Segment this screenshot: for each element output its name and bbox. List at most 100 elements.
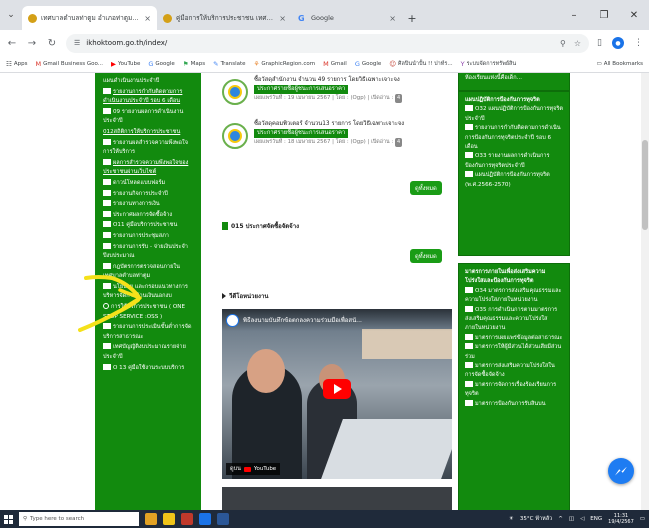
left-menu-item[interactable]: รายงานการประชุมสภา: [103, 231, 195, 242]
volume-icon[interactable]: ◁: [580, 516, 584, 522]
bookmark-artist[interactable]: ☺ ศิลปินนำปั้น !! ปาท์ร...: [389, 60, 452, 68]
right-menu-item[interactable]: O33 รายงานผลการดำเนินการป้องกันการทุจริต…: [465, 152, 563, 171]
left-menu-item[interactable]: รายงานผลสำรวจความพึงพอใจการให้บริการ: [103, 138, 195, 158]
network-icon[interactable]: ◫: [569, 516, 574, 522]
bookmark-translate[interactable]: ✎ Translate: [213, 60, 245, 68]
right-menu-item[interactable]: มาตรการให้ผู้มีส่วนได้ส่วนเสียมีส่วนร่วม: [465, 343, 563, 362]
page-scrollbar-thumb[interactable]: [642, 140, 648, 230]
left-menu-label: นโยบาย และกรอบแนวทางการบริหารจัดการด้านเ…: [103, 283, 188, 300]
new-tab-button[interactable]: +: [402, 6, 422, 30]
left-menu-item[interactable]: กฎบัตรการตรวจสอบภายในเทศบาลตำบลท่าตูม: [103, 262, 195, 282]
left-menu-item[interactable]: ดาวน์โหลดแบบฟอร์ม: [103, 178, 195, 189]
close-window-button[interactable]: ✕: [619, 10, 649, 21]
bookmark-gmail-business[interactable]: M Gmail Business Goo...: [35, 60, 103, 68]
zoom-icon[interactable]: ⚲: [560, 39, 566, 48]
left-menu-item[interactable]: รายงานการกำกับติดตามการดำเนินงานประจำปี …: [103, 87, 195, 107]
weather-icon[interactable]: ☀: [509, 516, 514, 522]
news-item[interactable]: ซื้อวัสดุสำนักงาน จำนวน 49 รายการ โดยวิธ…: [208, 73, 458, 117]
right-menu-item[interactable]: O32 แผนปฏิบัติการป้องกันการทุจริตประจำปี: [465, 105, 563, 124]
left-menu-item[interactable]: ผลการสำรวจความพึงพอใจของประชาชนผ่านเว็บไ…: [103, 158, 195, 178]
right-box-text[interactable]: ห้องเรียนแห่งนี้คือเด็ก...: [465, 74, 563, 83]
youtube-video-embed[interactable]: พิธีลงนามบันทึกข้อตกลงความร่วมมือเพื่อสน…: [222, 309, 452, 479]
chrome-icon[interactable]: [199, 513, 211, 525]
tab-2-close-icon[interactable]: ×: [279, 14, 286, 23]
bookmark-assets[interactable]: Y ระบบจัดการทรัพย์สิน: [461, 60, 517, 68]
windows-start-icon[interactable]: [4, 514, 13, 524]
weather-text[interactable]: 35°C ฟ้าหลัว: [520, 515, 552, 523]
tab-1[interactable]: เทศบาลตำบลท่าตูม อำเภอท่าตูม จังหวัด ×: [22, 6, 157, 30]
left-menu-item[interactable]: รายงานการรับ - จ่ายเงินประจำปีงบประมาณ: [103, 242, 195, 262]
view-all-button[interactable]: ดูทั้งหมด: [410, 181, 442, 195]
watch-on-youtube-button[interactable]: ดูบน YouTube: [226, 463, 281, 475]
taskbar-app-icon[interactable]: [145, 513, 157, 525]
left-menu-item[interactable]: นโยบาย และกรอบแนวทางการบริหารจัดการด้านเ…: [103, 282, 195, 302]
tab-2[interactable]: คู่มือการให้บริการประชาชน เทศบาลต ×: [157, 6, 292, 30]
news-title[interactable]: ซื้อวัสดุคอมพิวเตอร์ จำนวน13 รายการ โดยว…: [254, 120, 404, 129]
anti-corruption-plan-title: แผนปฏิบัติการป้องกันการทุจริต: [465, 97, 540, 103]
tab-1-close-icon[interactable]: ×: [144, 14, 151, 23]
news-item[interactable]: ซื้อวัสดุคอมพิวเตอร์ จำนวน13 รายการ โดยว…: [208, 117, 458, 161]
tray-chevron-icon[interactable]: ^: [558, 516, 563, 522]
site-info-icon[interactable]: ☰: [74, 39, 80, 47]
tab-search-menu-icon[interactable]: ⌄: [0, 4, 22, 26]
bookmark-google-2[interactable]: G Google: [355, 60, 381, 68]
bookmark-star-icon[interactable]: ☆: [574, 39, 581, 48]
news-title[interactable]: ซื้อวัสดุสำนักงาน จำนวน 49 รายการ โดยวิธ…: [254, 76, 402, 85]
left-menu-item[interactable]: การให้บริการประชาชน ( ONE STOP SERVICE :…: [103, 303, 195, 322]
document-icon: [103, 158, 111, 165]
right-menu-item[interactable]: O34 มาตรการส่งเสริมคุณธรรมและความโปร่งใส…: [465, 286, 563, 306]
profile-avatar[interactable]: ●: [612, 37, 624, 49]
play-button[interactable]: [323, 379, 351, 399]
bookmark-maps[interactable]: ⚑ Maps: [183, 60, 205, 68]
left-menu-item[interactable]: รายงานกิจการประจำปี: [103, 189, 195, 200]
tab-3-close-icon[interactable]: ×: [389, 14, 396, 23]
taskbar-search-input[interactable]: ⚲ Type here to search: [19, 512, 139, 526]
taskbar-app-icon[interactable]: [181, 513, 193, 525]
left-menu-item[interactable]: O 13 คู่มือใช้งานระบบบริการ: [103, 363, 195, 374]
tab-3[interactable]: G Google ×: [292, 6, 402, 30]
left-menu-item[interactable]: เทศบัญญัติงบประมาณรายจ่ายประจำปี: [103, 343, 195, 362]
arrow-left-icon[interactable]: ←: [6, 38, 18, 49]
left-menu-item[interactable]: 012สถิติการให้บริการประชาชน: [103, 128, 195, 138]
url-input[interactable]: ☰ ikhoktoom.go.th/index/ ⚲ ☆: [66, 33, 590, 53]
right-menu-item[interactable]: รายงานการกำกับติดตามการดำเนินการป้องกันก…: [465, 124, 563, 152]
right-menu-item[interactable]: O35 การดำเนินการตามมาตรการส่งเสริมคุณธรร…: [465, 305, 563, 334]
reload-icon[interactable]: ↻: [46, 38, 58, 49]
channel-logo-icon[interactable]: [226, 313, 239, 327]
left-menu-item[interactable]: รายงานการประเมินขั้นต่ำการจัดบริการสาธาร…: [103, 323, 195, 342]
minimize-button[interactable]: –: [559, 10, 589, 21]
bookmark-google[interactable]: G Google: [148, 60, 174, 68]
right-menu-item[interactable]: มาตรการเผยแพร่ข้อมูลต่อสาธารณะ: [465, 333, 563, 343]
taskbar-clock[interactable]: 11:31 19/4/2567: [608, 513, 634, 525]
left-menu-item-citizen-manual[interactable]: O11 คู่มือบริการประชาชน: [103, 221, 195, 231]
bookmark-apps[interactable]: ☷ Apps: [6, 60, 27, 68]
side-panel-icon[interactable]: ▯: [597, 38, 602, 48]
right-menu-item[interactable]: แผนปฏิบัติการป้องกันการทุจริต (พ.ศ.2566-…: [465, 171, 563, 190]
language-indicator[interactable]: ENG: [590, 516, 602, 522]
view-all-procurement-button[interactable]: ดูทั้งหมด: [410, 249, 442, 263]
left-menu-item[interactable]: แผนดำเนินงานประจำปี: [103, 77, 195, 87]
bookmark-graphicregion[interactable]: ⚘ GraphicRegion.com: [254, 60, 316, 68]
bookmark-youtube[interactable]: ▶ YouTube: [111, 60, 140, 68]
bookmark-label: GraphicRegion.com: [261, 61, 316, 67]
maximize-button[interactable]: ❐: [589, 10, 619, 21]
file-explorer-icon[interactable]: [163, 513, 175, 525]
bookmark-gmail[interactable]: M Gmail: [323, 60, 347, 68]
left-menu-label: รายงานการประชุมสภา: [113, 232, 169, 239]
page-scrollbar[interactable]: [641, 73, 649, 510]
messenger-icon[interactable]: [608, 458, 634, 484]
second-video-embed[interactable]: [222, 487, 452, 510]
word-icon[interactable]: [217, 513, 229, 525]
left-menu-item[interactable]: รายงานทางการเงิน: [103, 200, 195, 210]
right-menu-item[interactable]: มาตรการจัดการเรื่องร้องเรียนการทุจริต: [465, 380, 563, 400]
video-title[interactable]: พิธีลงนามบันทึกข้อตกลงความร่วมมือเพื่อสน…: [243, 315, 362, 325]
right-menu-item[interactable]: มาตรการป้องกันการรับสินบน: [465, 399, 563, 409]
left-menu-item[interactable]: 09 รายงานผลการดำเนินงานประจำปี: [103, 107, 195, 127]
left-menu-item[interactable]: ประกาศผลการจัดซื้อจ้าง: [103, 210, 195, 221]
right-menu-item[interactable]: มาตรการส่งเสริมความโปร่งใสในการจัดซื้อจั…: [465, 362, 563, 381]
arrow-right-icon[interactable]: →: [26, 38, 38, 49]
thumbnail-face: [247, 349, 285, 393]
all-bookmarks[interactable]: ▭ All Bookmarks: [597, 61, 644, 67]
kebab-menu-icon[interactable]: ⋮: [634, 38, 643, 48]
notification-icon[interactable]: ▭: [640, 516, 645, 522]
